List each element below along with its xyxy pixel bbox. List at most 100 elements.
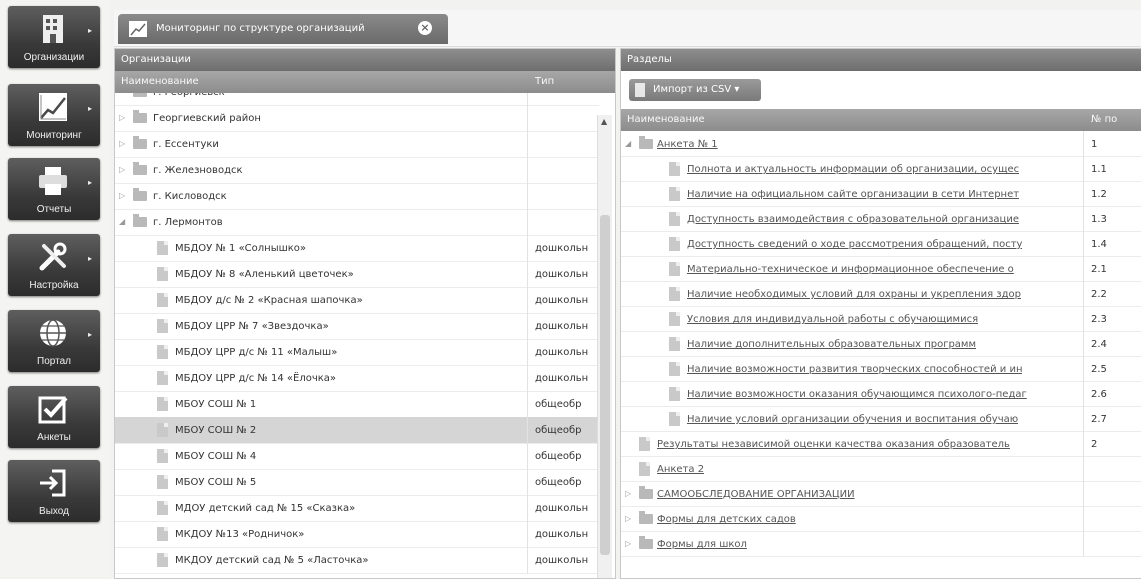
section-number: 2 (1091, 439, 1098, 450)
section-link[interactable]: Наличие условий организации обучения и в… (687, 414, 1018, 425)
column-separator (527, 261, 528, 287)
section-row[interactable]: Наличие возможности оказания обучающимся… (621, 381, 1141, 407)
section-row[interactable]: Доступность сведений о ходе рассмотрения… (621, 231, 1141, 257)
tree-row-label: МБОУ СОШ № 4 (175, 451, 257, 462)
sidebar-item-organizations[interactable]: ▸ Организации (8, 6, 100, 68)
tree-row[interactable]: ▷ г. Кисловодск (115, 183, 599, 210)
tree-row[interactable]: МБДОУ ЦРР д/с № 11 «Малыш» дошкольн (115, 339, 599, 366)
expand-icon[interactable]: ▷ (119, 191, 125, 200)
close-icon[interactable]: × (418, 21, 432, 35)
column-header-type[interactable]: Тип (535, 71, 554, 93)
tree-row[interactable]: МБДОУ № 1 «Солнышко» дошкольн (115, 235, 599, 262)
section-link[interactable]: Доступность сведений о ходе рассмотрения… (687, 239, 1022, 250)
section-number: 2.6 (1091, 389, 1107, 400)
section-row[interactable]: ▷ Формы для школ (621, 531, 1141, 557)
tree-row[interactable]: МБОУ СОШ № 4 общеобр (115, 443, 599, 470)
sidebar-item-reports[interactable]: ▸ Отчеты (8, 158, 100, 220)
section-row[interactable]: Условия для индивидуальной работы с обуч… (621, 306, 1141, 332)
tree-row-type: дошкольн (535, 321, 589, 332)
section-link[interactable]: Доступность взаимодействия с образовател… (687, 214, 1019, 225)
tree-row[interactable]: МБОУ СОШ № 5 общеобр (115, 469, 599, 496)
expand-icon[interactable]: ▷ (119, 113, 125, 122)
expand-icon[interactable]: ▷ (625, 489, 631, 498)
section-number: 2.3 (1091, 314, 1107, 325)
section-row[interactable]: ▷ Формы для детских садов (621, 506, 1141, 532)
section-row[interactable]: Полнота и актуальность информации об орг… (621, 156, 1141, 182)
section-link[interactable]: Полнота и актуальность информации об орг… (687, 164, 1019, 175)
section-link[interactable]: Материально-техническое и информационное… (687, 264, 1014, 275)
section-row[interactable]: Наличие условий организации обучения и в… (621, 406, 1141, 432)
checkbox-icon (38, 396, 68, 424)
expand-icon[interactable]: ▷ (625, 514, 631, 523)
sidebar-item-monitoring[interactable]: ▸ Мониторинг (8, 84, 100, 146)
sidebar-item-forms[interactable]: Анкеты (8, 386, 100, 448)
column-header-name[interactable]: Наименование (121, 71, 199, 93)
expand-icon[interactable]: ▷ (119, 165, 125, 174)
expand-icon[interactable]: ▷ (119, 139, 125, 148)
tree-row[interactable]: ▷ г. Ессентуки (115, 131, 599, 158)
tree-row[interactable]: МБДОУ ЦРР д/с № 14 «Ёлочка» дошкольн (115, 365, 599, 392)
folder-icon (639, 136, 653, 149)
column-header-number[interactable]: № по (1091, 109, 1117, 131)
tree-row[interactable]: МКДОУ детский сад № 5 «Ласточка» дошкольн (115, 547, 599, 574)
tree-row[interactable]: МДОУ детский сад № 15 «Сказка» дошкольн (115, 495, 599, 522)
section-row[interactable]: Результаты независимой оценки качества о… (621, 431, 1141, 457)
tree-row[interactable]: МБОУ СОШ № 1 общеобр (115, 391, 599, 418)
section-row[interactable]: Наличие на официальном сайте организации… (621, 181, 1141, 207)
section-row[interactable]: Материально-техническое и информационное… (621, 256, 1141, 282)
section-link[interactable]: Наличие возможности развития творческих … (687, 364, 1022, 375)
section-row[interactable]: ◢ Анкета № 1 1 (621, 131, 1141, 157)
section-link[interactable]: Наличие необходимых условий для охраны и… (687, 289, 1021, 300)
sidebar-item-settings[interactable]: ▸ Настройка (8, 234, 100, 296)
expand-open-icon[interactable]: ◢ (119, 217, 125, 226)
tree-row[interactable]: МБОУ СОШ № 2 общеобр (115, 417, 599, 444)
tree-row[interactable]: МКДОУ №13 «Родничок» дошкольн (115, 521, 599, 548)
expand-open-icon[interactable]: ◢ (625, 139, 631, 148)
section-link[interactable]: Результаты независимой оценки качества о… (657, 439, 1010, 450)
section-link[interactable]: Наличие на официальном сайте организации… (687, 189, 1019, 200)
expand-icon[interactable]: ▷ (625, 539, 631, 548)
document-icon (157, 241, 168, 255)
tree-row[interactable]: МБДОУ д/с № 2 «Красная шапочка» дошкольн (115, 287, 599, 314)
sidebar-item-label: Анкеты (37, 432, 71, 443)
vertical-scrollbar[interactable]: ▲ (597, 115, 612, 578)
import-csv-button[interactable]: Импорт из CSV ▾ (629, 79, 761, 101)
section-link[interactable]: Анкета 2 (657, 464, 704, 475)
tree-row[interactable]: ▷ г. Железноводск (115, 157, 599, 184)
section-link[interactable]: Наличие возможности оказания обучающимся… (687, 389, 1027, 400)
tree-row[interactable]: ▷ Георгиевский район (115, 105, 599, 132)
section-row[interactable]: ▷ САМООБСЛЕДОВАНИЕ ОРГАНИЗАЦИИ (621, 481, 1141, 507)
section-row[interactable]: Анкета 2 (621, 456, 1141, 482)
section-row[interactable]: Доступность взаимодействия с образовател… (621, 206, 1141, 232)
section-number: 2.7 (1091, 414, 1107, 425)
column-header-name[interactable]: Наименование (627, 109, 705, 131)
tree-row[interactable]: МБДОУ ЦРР № 7 «Звездочка» дошкольн (115, 313, 599, 340)
document-icon (157, 267, 168, 281)
section-row[interactable]: Наличие необходимых условий для охраны и… (621, 281, 1141, 307)
sidebar-item-exit[interactable]: Выход (8, 460, 100, 522)
tree-row[interactable]: МБДОУ № 8 «Аленький цветочек» дошкольн (115, 261, 599, 288)
organizations-tree: г. Георгиевск ▷ Георгиевский район ▷ г. Ессе… (115, 93, 599, 578)
column-separator (1083, 156, 1084, 181)
section-number: 2.1 (1091, 264, 1107, 275)
sidebar-item-portal[interactable]: ▸ Портал (8, 310, 100, 372)
tree-row[interactable]: ◢ г. Лермонтов (115, 209, 599, 236)
tab-monitoring[interactable]: Мониторинг по структуре организаций × (118, 14, 448, 44)
chevron-right-icon: ▸ (87, 330, 92, 339)
section-row[interactable]: Наличие возможности развития творческих … (621, 356, 1141, 382)
scrollbar-thumb[interactable] (600, 215, 610, 555)
folder-icon (133, 110, 147, 123)
scroll-up-icon[interactable]: ▲ (601, 117, 607, 126)
section-link[interactable]: Наличие дополнительных образовательных п… (687, 339, 976, 350)
column-separator (527, 93, 528, 105)
section-link[interactable]: Формы для школ (657, 539, 747, 550)
folder-icon (133, 188, 147, 201)
section-link[interactable]: Анкета № 1 (657, 139, 718, 150)
column-separator (527, 365, 528, 391)
section-link[interactable]: САМООБСЛЕДОВАНИЕ ОРГАНИЗАЦИИ (657, 489, 855, 500)
panel-title: Разделы (621, 49, 1141, 71)
section-link[interactable]: Условия для индивидуальной работы с обуч… (687, 314, 978, 325)
document-icon (669, 412, 680, 426)
section-row[interactable]: Наличие дополнительных образовательных п… (621, 331, 1141, 357)
section-link[interactable]: Формы для детских садов (657, 514, 796, 525)
